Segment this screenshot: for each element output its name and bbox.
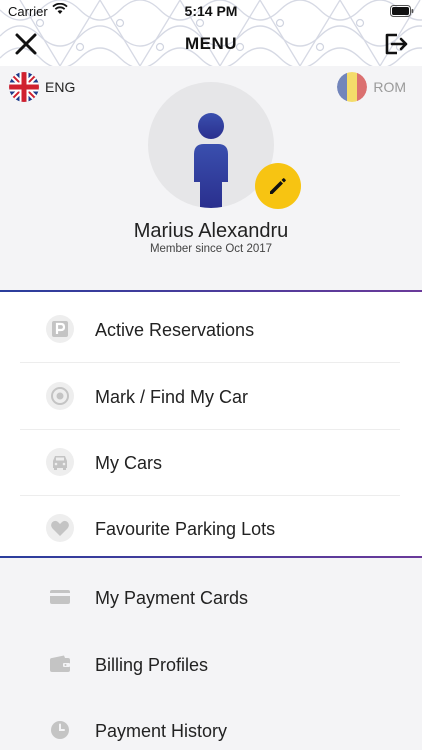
status-time: 5:14 PM: [184, 3, 238, 19]
language-romanian-label: ROM: [373, 79, 406, 95]
logout-button[interactable]: [382, 30, 410, 58]
parking-icon: [46, 315, 74, 343]
pencil-icon: [270, 178, 286, 194]
menu-item-label: Favourite Parking Lots: [95, 519, 276, 539]
status-bar: Carrier 5:14 PM: [0, 0, 422, 22]
target-icon: [46, 382, 74, 410]
car-icon: [46, 448, 74, 476]
profile-section: ENG ROM Marius Alexandru Member since Oc…: [0, 66, 422, 290]
menu-item-label: My Cars: [95, 453, 162, 473]
menu-item-find-my-car[interactable]: Mark / Find My Car: [0, 363, 422, 429]
uk-flag-icon: [9, 72, 39, 102]
primary-menu: Active Reservations Mark / Find My Car M…: [0, 292, 422, 556]
heart-icon: [46, 514, 74, 542]
payment-menu: My Payment Cards Billing Profiles Paymen…: [0, 558, 422, 750]
edit-profile-button[interactable]: [255, 163, 301, 209]
user-name: Marius Alexandru: [133, 220, 289, 242]
logout-icon: [385, 33, 408, 55]
menu-item-billing-profiles[interactable]: Billing Profiles: [0, 631, 422, 697]
menu-item-label: Mark / Find My Car: [95, 387, 249, 407]
language-english[interactable]: ENG: [9, 72, 75, 102]
romania-flag-icon: [337, 72, 368, 102]
menu-item-active-reservations[interactable]: Active Reservations: [0, 296, 422, 362]
menu-item-label: Billing Profiles: [95, 655, 209, 675]
menu-item-label: My Payment Cards: [95, 588, 249, 608]
credit-card-icon: [46, 583, 74, 611]
menu-item-favourite-parking-lots[interactable]: Favourite Parking Lots: [0, 495, 422, 561]
language-romanian[interactable]: ROM: [337, 72, 406, 102]
page-title: MENU: [184, 34, 238, 53]
wallet-icon: [46, 650, 74, 678]
language-english-label: ENG: [45, 79, 76, 95]
menu-item-payment-history[interactable]: Payment History: [0, 697, 422, 750]
member-since: Member since Oct 2017: [149, 243, 273, 255]
menu-item-my-payment-cards[interactable]: My Payment Cards: [0, 564, 422, 630]
menu-item-label: Active Reservations: [95, 320, 255, 340]
battery-icon: [390, 5, 414, 17]
clock-icon: [46, 716, 74, 744]
header-bar: Carrier 5:14 PM MENU: [0, 0, 422, 66]
menu-item-label: Payment History: [95, 721, 228, 741]
menu-item-my-cars[interactable]: My Cars: [0, 429, 422, 495]
